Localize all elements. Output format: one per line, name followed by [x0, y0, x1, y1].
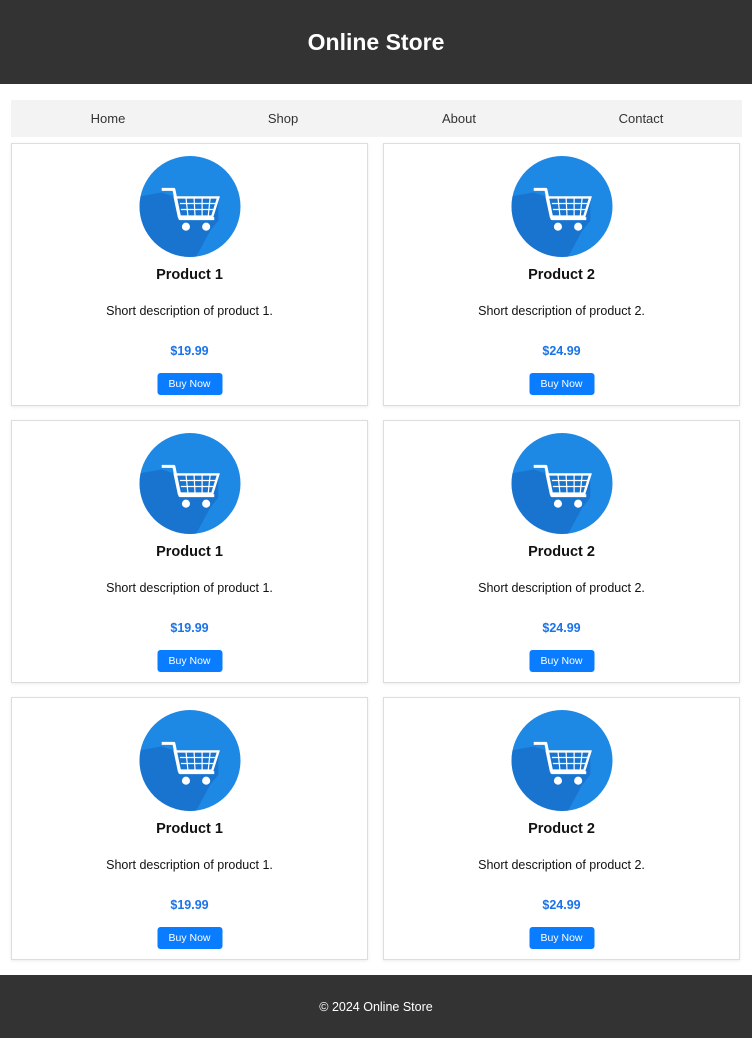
copyright-text: © 2024 Online Store	[319, 999, 433, 1014]
buy-now-button[interactable]: Buy Now	[157, 373, 222, 395]
product-description: Short description of product 1.	[106, 581, 273, 595]
buy-now-button[interactable]: Buy Now	[529, 927, 594, 949]
nav-item-contact[interactable]: Contact	[619, 100, 664, 137]
nav-item-shop[interactable]: Shop	[268, 100, 298, 137]
product-description: Short description of product 2.	[478, 304, 645, 318]
product-description: Short description of product 1.	[106, 858, 273, 872]
nav-item-home[interactable]: Home	[91, 100, 126, 137]
product-name: Product 1	[156, 544, 223, 560]
product-name: Product 2	[528, 544, 595, 560]
product-card: Product 2 Short description of product 2…	[383, 420, 740, 683]
product-name: Product 2	[528, 821, 595, 837]
product-description: Short description of product 2.	[478, 581, 645, 595]
product-price: $24.99	[542, 621, 581, 635]
product-card: Product 1 Short description of product 1…	[11, 143, 368, 406]
product-price: $19.99	[170, 621, 209, 635]
product-price: $24.99	[542, 344, 581, 358]
product-price: $19.99	[170, 898, 209, 912]
shopping-cart-icon	[511, 433, 612, 534]
product-card: Product 1 Short description of product 1…	[11, 697, 368, 960]
product-name: Product 1	[156, 267, 223, 283]
buy-now-button[interactable]: Buy Now	[529, 650, 594, 672]
shopping-cart-icon	[139, 156, 240, 257]
site-header: Online Store	[0, 0, 752, 84]
product-price: $19.99	[170, 344, 209, 358]
product-name: Product 2	[528, 267, 595, 283]
site-title: Online Store	[307, 28, 445, 55]
buy-now-button[interactable]: Buy Now	[157, 927, 222, 949]
site-footer: © 2024 Online Store	[0, 975, 752, 1038]
product-price: $24.99	[542, 898, 581, 912]
buy-now-button[interactable]: Buy Now	[157, 650, 222, 672]
product-name: Product 1	[156, 821, 223, 837]
product-description: Short description of product 2.	[478, 858, 645, 872]
main-nav: Home Shop About Contact	[11, 100, 742, 137]
product-description: Short description of product 1.	[106, 304, 273, 318]
nav-item-about[interactable]: About	[442, 100, 476, 137]
product-card: Product 1 Short description of product 1…	[11, 420, 368, 683]
buy-now-button[interactable]: Buy Now	[529, 373, 594, 395]
product-card: Product 2 Short description of product 2…	[383, 697, 740, 960]
shopping-cart-icon	[139, 433, 240, 534]
shopping-cart-icon	[511, 710, 612, 811]
shopping-cart-icon	[511, 156, 612, 257]
shopping-cart-icon	[139, 710, 240, 811]
product-card: Product 2 Short description of product 2…	[383, 143, 740, 406]
